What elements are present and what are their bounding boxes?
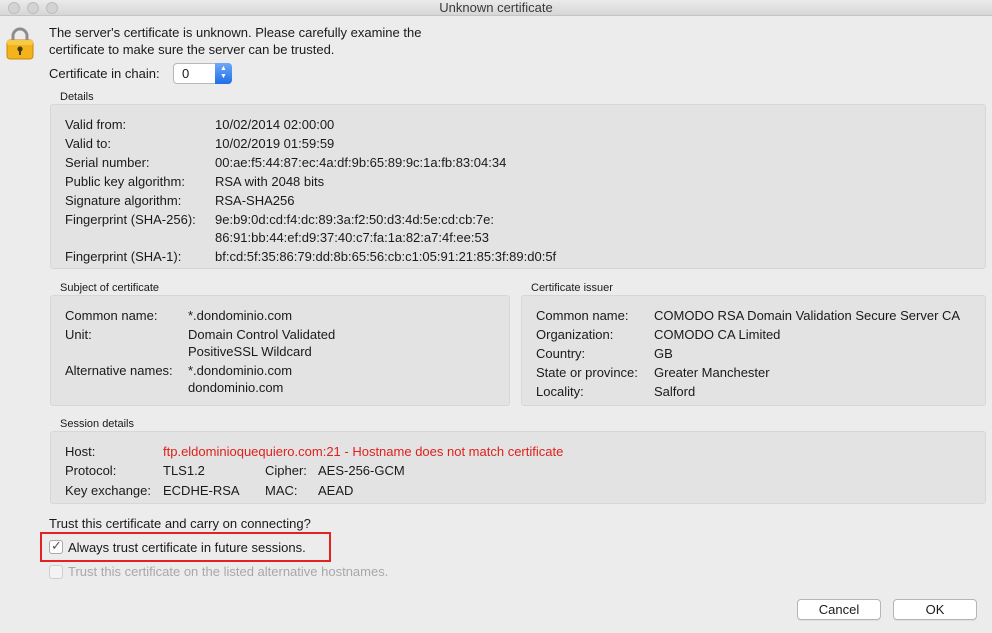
subject-unit-key: Unit: (65, 327, 92, 342)
session-box: Host: ftp.eldominioquequiero.com:21 - Ho… (50, 431, 986, 504)
protocol-value: TLS1.2 (163, 463, 205, 478)
sha1-value: bf:cd:5f:35:86:79:dd:8b:65:56:cb:c1:05:9… (215, 249, 557, 264)
issuer-state-key: State or province: (536, 365, 638, 380)
trust-question: Trust this certificate and carry on conn… (49, 516, 311, 531)
issuer-org-value: COMODO CA Limited (654, 327, 781, 342)
issuer-country-key: Country: (536, 346, 586, 361)
always-trust-label[interactable]: Always trust certificate in future sessi… (68, 540, 306, 555)
pubkey-key: Public key algorithm: (65, 174, 185, 189)
certificate-chain-stepper[interactable]: 0 ▲ ▼ (173, 63, 232, 84)
serial-key: Serial number: (65, 155, 150, 170)
kex-value: ECDHE-RSA (163, 483, 240, 498)
valid-from-key: Valid from: (65, 117, 127, 132)
sha1-key: Fingerprint (SHA-1): (65, 249, 182, 264)
stepper-arrows-icon[interactable]: ▲ ▼ (215, 63, 232, 84)
trust-alt-hostnames-label[interactable]: Trust this certificate on the listed alt… (68, 564, 388, 579)
cipher-value: AES-256-GCM (318, 463, 405, 478)
host-value-warning: ftp.eldominioquequiero.com:21 - Hostname… (163, 444, 564, 459)
mac-value: AEAD (318, 483, 354, 498)
intro-text: The server's certificate is unknown. Ple… (49, 25, 422, 57)
issuer-locality-key: Locality: (536, 384, 584, 399)
kex-key: Key exchange: (65, 483, 152, 498)
subject-cn-value: *.dondominio.com (188, 308, 293, 323)
ok-button[interactable]: OK (893, 599, 977, 620)
pubkey-value: RSA with 2048 bits (215, 174, 325, 189)
valid-to-key: Valid to: (65, 136, 112, 151)
valid-from-value: 10/02/2014 02:00:00 (215, 117, 335, 132)
subject-label: Subject of certificate (60, 282, 160, 294)
issuer-locality-value: Salford (654, 384, 696, 399)
title-bar: Unknown certificate (0, 0, 992, 16)
mac-key: MAC: (265, 483, 298, 498)
lock-icon (6, 27, 34, 60)
chain-label: Certificate in chain: (49, 66, 160, 81)
issuer-cn-value: COMODO RSA Domain Validation Secure Serv… (654, 308, 961, 323)
cancel-button[interactable]: Cancel (797, 599, 881, 620)
issuer-state-value: Greater Manchester (654, 365, 770, 380)
protocol-key: Protocol: (65, 463, 117, 478)
issuer-label: Certificate issuer (531, 282, 613, 294)
subject-unit-value-2: PositiveSSL Wildcard (188, 344, 312, 359)
sha256-value-line1: 9e:b9:0d:cd:f4:dc:89:3a:f2:50:d3:4d:5e:c… (215, 212, 494, 227)
window-title: Unknown certificate (439, 0, 553, 15)
subject-alt-value-1: *.dondominio.com (188, 363, 293, 378)
issuer-box: Common name: COMODO RSA Domain Validatio… (521, 295, 986, 406)
details-box: Valid from: 10/02/2014 02:00:00 Valid to… (50, 104, 986, 269)
serial-value: 00:ae:f5:44:87:ec:4a:df:9b:65:89:9c:1a:f… (215, 155, 507, 170)
issuer-country-value: GB (654, 346, 673, 361)
valid-to-value: 10/02/2019 01:59:59 (215, 136, 335, 151)
sha256-value-line2: 86:91:bb:44:ef:d9:37:40:c7:fa:1a:82:a7:4… (215, 230, 489, 245)
always-trust-checkbox[interactable] (49, 538, 63, 554)
sha256-key: Fingerprint (SHA-256): (65, 212, 196, 227)
host-key: Host: (65, 444, 96, 459)
subject-alt-key: Alternative names: (65, 363, 173, 378)
sigalg-key: Signature algorithm: (65, 193, 182, 208)
subject-box: Common name: *.dondominio.com Unit: Doma… (50, 295, 510, 406)
issuer-cn-key: Common name: (536, 308, 629, 323)
details-label: Details (60, 91, 94, 103)
trust-alt-hostnames-checkbox[interactable] (49, 565, 63, 579)
subject-alt-value-2: dondominio.com (188, 380, 284, 395)
subject-cn-key: Common name: (65, 308, 158, 323)
issuer-org-key: Organization: (536, 327, 614, 342)
chain-value: 0 (182, 66, 190, 81)
cipher-key: Cipher: (265, 463, 307, 478)
session-label: Session details (60, 418, 134, 430)
sigalg-value: RSA-SHA256 (215, 193, 295, 208)
subject-unit-value-1: Domain Control Validated (188, 327, 336, 342)
